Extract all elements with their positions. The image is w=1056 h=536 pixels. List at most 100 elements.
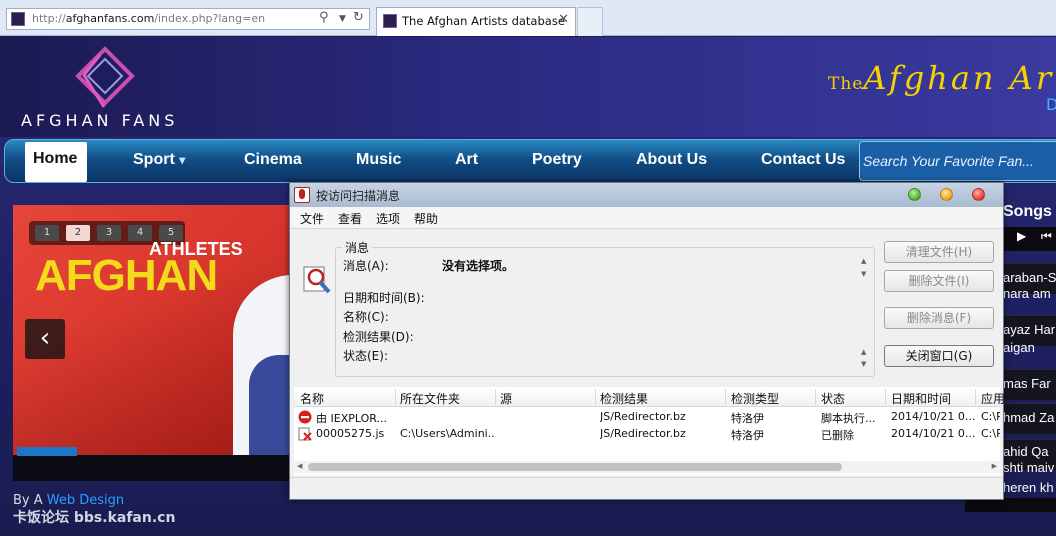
column-divider — [885, 389, 886, 405]
column-name[interactable]: 名称 — [300, 390, 324, 407]
column-folder[interactable]: 所在文件夹 — [400, 390, 460, 407]
browser-toolbar: http://afghanfans.com/index.php?lang=en … — [0, 0, 1056, 36]
cell-status: 已删除 — [821, 429, 854, 442]
footer-credit: By A Web Design — [13, 493, 125, 508]
site-favicon-icon — [11, 12, 25, 26]
menu-help[interactable]: 帮助 — [414, 210, 438, 227]
song-item[interactable]: mas Far — [1003, 369, 1056, 400]
close-icon[interactable]: ✕ — [558, 12, 569, 27]
slider-page-3[interactable]: 3 — [97, 225, 121, 241]
slider-page-1[interactable]: 1 — [35, 225, 59, 241]
tab-favicon-icon — [383, 14, 397, 28]
maximize-button[interactable] — [940, 188, 953, 201]
delete-message-button[interactable]: 删除消息(F) — [884, 307, 994, 329]
song-item[interactable]: hmad Za — [1003, 403, 1056, 434]
site-search-input[interactable]: Search Your Favorite Fan... — [859, 141, 1056, 181]
tab-afghan-artists[interactable]: The Afghan Artists database ✕ — [376, 7, 576, 36]
scan-magnifier-icon — [303, 266, 331, 294]
column-divider — [975, 389, 976, 405]
dialog-title: 按访问扫描消息 — [316, 189, 401, 203]
column-divider — [495, 389, 496, 405]
message-label: 消息(A): — [343, 259, 389, 273]
minimize-button[interactable] — [908, 188, 921, 201]
new-tab-button[interactable] — [577, 7, 603, 36]
afghan-fans-logo-icon — [75, 46, 135, 108]
cell-result: JS/Redirector.bz — [600, 427, 686, 440]
column-divider — [595, 389, 596, 405]
site-title: TheAfghan Ar — [828, 59, 1055, 97]
column-datetime[interactable]: 日期和时间 — [891, 390, 951, 407]
antivirus-app-icon — [294, 187, 310, 203]
nav-poetry[interactable]: Poetry — [532, 151, 582, 169]
nav-art[interactable]: Art — [455, 151, 478, 169]
column-status[interactable]: 状态 — [821, 390, 845, 407]
column-divider — [725, 389, 726, 405]
column-source[interactable]: 源 — [500, 390, 512, 407]
cell-name: 00005275.js — [316, 427, 385, 440]
chevron-down-icon: ▾ — [179, 153, 186, 167]
list-horizontal-scrollbar[interactable]: ◀ ▶ — [294, 461, 1000, 473]
datetime-label: 日期和时间(B): — [343, 291, 425, 305]
cell-folder: C:\Users\Admini... — [400, 427, 494, 440]
list-header: 名称 所在文件夹 源 检测结果 检测类型 状态 日期和时间 应用 — [294, 387, 1005, 407]
nav-sport[interactable]: Sport ▾ — [133, 151, 185, 169]
logo-text: AFGHAN FANS — [21, 111, 179, 130]
site-banner: AFGHAN FANS TheAfghan Ar D — [0, 37, 1056, 137]
song-item[interactable]: nara am — [1003, 281, 1056, 312]
nav-cinema[interactable]: Cinema — [244, 151, 302, 169]
forum-watermark: 卡饭论坛 bbs.kafan.cn — [13, 510, 176, 526]
cell-type: 特洛伊 — [731, 412, 764, 425]
column-divider — [815, 389, 816, 405]
status-scroll-up-icon[interactable]: ▲ — [861, 348, 866, 357]
address-url[interactable]: http://afghanfans.com/index.php?lang=en — [32, 12, 265, 25]
message-scroll-up-icon[interactable]: ▲ — [861, 257, 866, 266]
song-player: ▶ ⏮ — [1003, 227, 1056, 251]
clean-file-button[interactable]: 清理文件(H) — [884, 241, 994, 263]
dropdown-icon[interactable]: ▼ — [339, 14, 346, 24]
nav-contact-us[interactable]: Contact Us — [761, 151, 845, 169]
message-group-title: 消息 — [342, 239, 373, 256]
scrollbar-thumb[interactable] — [308, 463, 842, 471]
status-scroll-down-icon[interactable]: ▼ — [861, 360, 866, 369]
column-app[interactable]: 应用 — [981, 390, 1005, 407]
cell-result: JS/Redirector.bz — [600, 410, 686, 423]
column-type[interactable]: 检测类型 — [731, 390, 779, 407]
menu-file[interactable]: 文件 — [300, 210, 324, 227]
web-design-link[interactable]: Web Design — [47, 493, 124, 508]
nav-about-us[interactable]: About Us — [636, 151, 707, 169]
column-divider — [395, 389, 396, 405]
message-group — [335, 247, 875, 377]
delete-file-button[interactable]: 删除文件(I) — [884, 270, 994, 292]
cell-datetime: 2014/10/21 0... — [891, 410, 975, 423]
play-icon[interactable]: ▶ — [1017, 229, 1026, 243]
dialog-menubar: 文件 查看 选项 帮助 — [290, 207, 1003, 229]
refresh-icon[interactable]: ↻ — [353, 10, 364, 25]
cell-datetime: 2014/10/21 0... — [891, 427, 975, 440]
message-scroll-down-icon[interactable]: ▼ — [861, 270, 866, 279]
menu-options[interactable]: 选项 — [376, 210, 400, 227]
dialog-titlebar[interactable]: 按访问扫描消息 — [290, 183, 1003, 207]
dialog-statusbar — [290, 477, 1003, 499]
menu-view[interactable]: 查看 — [338, 210, 362, 227]
name-label: 名称(C): — [343, 310, 389, 324]
table-row[interactable]: 00005275.js C:\Users\Admini... JS/Redire… — [294, 426, 1000, 443]
song-item[interactable]: aigan — [1003, 335, 1056, 366]
search-icon[interactable]: ⚲ — [319, 10, 329, 25]
slider-progress — [17, 447, 77, 456]
slider-page-2[interactable]: 2 — [66, 225, 90, 241]
close-dialog-button[interactable]: 关闭窗口(G) — [884, 345, 994, 367]
slider-caption-bar — [13, 447, 293, 481]
image-slider: 1 2 3 4 5 ATHLETES AFGHAN ‹ — [13, 205, 293, 455]
column-result[interactable]: 检测结果 — [600, 390, 648, 407]
address-bar[interactable]: http://afghanfans.com/index.php?lang=en … — [6, 8, 370, 30]
table-row[interactable]: 由 IEXPLOR... JS/Redirector.bz 特洛伊 脚本执行..… — [294, 409, 1000, 426]
songs-footer — [965, 498, 1056, 512]
scroll-right-icon[interactable]: ▶ — [992, 462, 997, 470]
slider-prev-button[interactable]: ‹ — [25, 319, 65, 359]
athlete-figure-detail — [249, 355, 293, 455]
close-window-button[interactable] — [972, 188, 985, 201]
nav-music[interactable]: Music — [356, 151, 401, 169]
nav-home[interactable]: Home — [25, 142, 87, 182]
previous-track-icon[interactable]: ⏮ — [1041, 229, 1052, 244]
scroll-left-icon[interactable]: ◀ — [297, 462, 302, 470]
